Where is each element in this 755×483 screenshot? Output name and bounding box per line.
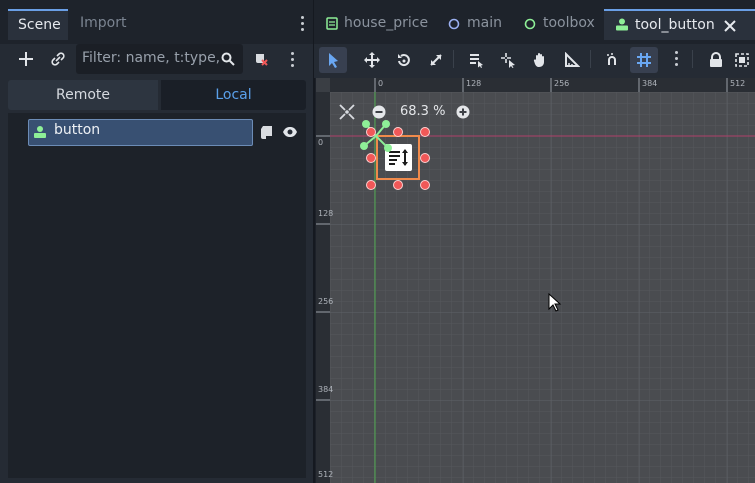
resize-handle[interactable]: [393, 180, 403, 190]
dock-menu-icon[interactable]: [300, 16, 304, 31]
zoom-level[interactable]: 68.3 %: [400, 104, 445, 119]
tab-house-price[interactable]: house_price: [324, 9, 428, 40]
tree-node-label: button: [54, 122, 101, 138]
more-options-icon[interactable]: [674, 51, 678, 66]
grid-snap-icon[interactable]: [630, 47, 658, 73]
group-icon[interactable]: [734, 47, 755, 73]
attach-script-icon[interactable]: [250, 47, 272, 71]
ruler-label: 0: [318, 138, 324, 147]
tab-tool-button[interactable]: tool_button: [604, 9, 755, 40]
script-icon[interactable]: [258, 123, 274, 141]
ruler-label: 384: [318, 385, 334, 394]
ruler-label: 512: [318, 470, 334, 479]
control-node-icon: [616, 18, 628, 31]
toolbar-separator: [692, 50, 693, 68]
scene-dock: Scene Import Filter: name, t:type, Remot…: [0, 0, 313, 483]
resize-handle[interactable]: [393, 127, 403, 137]
resize-handle[interactable]: [420, 127, 430, 137]
ruler-label: 0: [378, 79, 384, 88]
tab-main[interactable]: main: [448, 9, 502, 40]
local-tab[interactable]: Local: [161, 80, 306, 110]
lock-icon[interactable]: [702, 47, 730, 73]
resize-handle[interactable]: [420, 180, 430, 190]
tab-import[interactable]: Import: [70, 9, 136, 40]
resize-handle[interactable]: [366, 127, 376, 137]
scene-circle-icon: [524, 18, 536, 30]
add-node-icon[interactable]: [14, 47, 38, 71]
smart-snap-icon[interactable]: [598, 47, 626, 73]
scene-tree: [8, 113, 306, 478]
script-icon: [326, 17, 338, 30]
scale-tool-icon[interactable]: [422, 47, 450, 73]
filter-placeholder: Filter: name, t:type,: [82, 50, 221, 66]
select-tool-icon[interactable]: [319, 47, 347, 73]
search-icon: [218, 49, 238, 69]
editor-tabbar: house_price main toolbox tool_button: [314, 0, 755, 44]
pan-tool-icon[interactable]: [526, 47, 554, 73]
zoom-in-icon[interactable]: [455, 104, 471, 120]
toolbar-separator: [590, 50, 591, 68]
visibility-eye-icon[interactable]: [281, 123, 299, 141]
vertical-ruler: 0 128 256 384 512: [316, 78, 334, 483]
ruler-label: 256: [554, 79, 570, 88]
rotate-tool-icon[interactable]: [390, 47, 418, 73]
mouse-cursor-icon: [548, 293, 562, 312]
tab-scene[interactable]: Scene: [8, 9, 68, 40]
tab-toolbox[interactable]: toolbox: [524, 9, 595, 40]
remote-tab[interactable]: Remote: [8, 80, 158, 110]
resize-handle[interactable]: [366, 180, 376, 190]
anchor-handles[interactable]: [358, 118, 394, 154]
ruler-label: 384: [642, 79, 658, 88]
ruler-label: 256: [318, 297, 334, 306]
list-select-icon[interactable]: [462, 47, 490, 73]
toolbar-separator: [453, 50, 454, 68]
close-icon[interactable]: [724, 20, 736, 32]
move-tool-icon[interactable]: [358, 47, 386, 73]
ruler-label: 128: [466, 79, 482, 88]
ruler-tool-icon[interactable]: [558, 47, 586, 73]
pivot-tool-icon[interactable]: [494, 47, 522, 73]
center-view-icon[interactable]: [338, 103, 356, 121]
ruler-label: 512: [730, 79, 746, 88]
scene-options-icon[interactable]: [290, 52, 294, 67]
control-node-icon: [32, 122, 48, 142]
resize-handle[interactable]: [420, 153, 430, 163]
ruler-label: 128: [318, 209, 334, 218]
horizontal-ruler: 0 128 256 384 512: [316, 78, 755, 92]
scene-dock-tabbar: Scene Import: [0, 0, 313, 44]
ruler-corner: [316, 78, 330, 92]
instance-scene-icon[interactable]: [46, 47, 70, 71]
resize-handle[interactable]: [366, 153, 376, 163]
scene-circle-icon: [448, 18, 460, 30]
